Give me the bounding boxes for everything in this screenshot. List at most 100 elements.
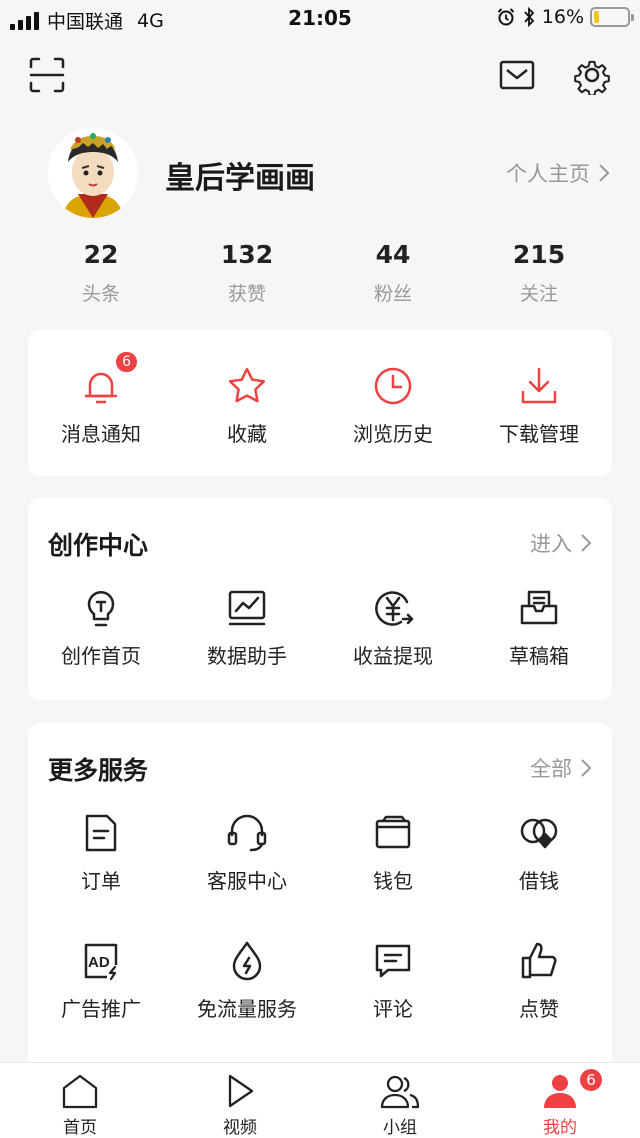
notifications-button[interactable]: 6 消息通知 [28, 350, 174, 447]
favorites-button[interactable]: 收藏 [174, 364, 320, 447]
quick-actions-card: 6 消息通知 收藏 浏览历史 下载管理 [28, 330, 612, 476]
profile-icon: 6 [540, 1067, 604, 1109]
download-icon [517, 364, 561, 408]
stat-value: 215 [512, 240, 566, 269]
tab-home[interactable]: 首页 [0, 1063, 160, 1138]
play-icon [220, 1073, 260, 1109]
stat-label: 获赞 [227, 283, 266, 305]
comment-icon [371, 939, 415, 983]
stat-likes[interactable]: 132 获赞 [174, 240, 320, 306]
yen-coin-icon [371, 586, 415, 630]
tab-video[interactable]: 视频 [160, 1063, 320, 1138]
ad-icon: AD [79, 939, 123, 983]
service-label: 客服中心 [207, 869, 287, 893]
battery-icon [590, 7, 634, 27]
tab-label: 我的 [543, 1118, 577, 1138]
enter-label: 进入 [530, 532, 572, 556]
clock-icon [371, 364, 415, 408]
headset-icon [225, 811, 269, 855]
profile-stats: 22 头条 132 获赞 44 粉丝 215 关注 [28, 240, 612, 306]
creator-item-label: 收益提现 [353, 644, 433, 668]
service-label: 钱包 [373, 869, 413, 893]
alarm-icon [496, 7, 516, 27]
service-label: 点赞 [519, 997, 559, 1021]
creator-center-title: 创作中心 [48, 531, 149, 560]
quick-action-label: 收藏 [227, 422, 267, 446]
borrow-money-button[interactable]: 借钱 [466, 811, 612, 894]
wallet-button[interactable]: 钱包 [320, 811, 466, 894]
thumbs-up-icon [517, 939, 561, 983]
bell-icon: 6 [79, 350, 139, 408]
stat-label: 粉丝 [373, 283, 412, 305]
creator-center-card: 创作中心 进入 创作首页 数据助手 收益提现 草稿箱 [28, 498, 612, 700]
creator-center-enter-link[interactable]: 进入 [530, 528, 592, 558]
customer-service-button[interactable]: 客服中心 [174, 811, 320, 894]
tab-me[interactable]: 6 我的 [480, 1063, 640, 1138]
comments-button[interactable]: 评论 [320, 939, 466, 1022]
stat-headlines[interactable]: 22 头条 [28, 240, 174, 306]
bluetooth-icon [522, 7, 536, 27]
svg-text:AD: AD [88, 954, 110, 971]
star-icon [225, 364, 269, 408]
service-label: 广告推广 [61, 997, 141, 1021]
draft-box-button[interactable]: 草稿箱 [466, 586, 612, 669]
chart-monitor-icon [225, 586, 269, 630]
wallet-icon [371, 811, 415, 855]
stat-label: 关注 [519, 283, 558, 305]
personal-homepage-label: 个人主页 [506, 162, 590, 186]
creator-item-label: 数据助手 [207, 644, 287, 668]
scan-icon[interactable] [27, 55, 67, 95]
orders-button[interactable]: 订单 [28, 811, 174, 894]
personal-homepage-link[interactable]: 个人主页 [506, 158, 610, 188]
tab-label: 小组 [383, 1118, 417, 1138]
battery-percent: 16% [541, 6, 584, 28]
quick-action-label: 浏览历史 [353, 422, 433, 446]
data-assistant-button[interactable]: 数据助手 [174, 586, 320, 669]
settings-gear-icon[interactable] [572, 55, 612, 95]
bottom-tab-bar: 首页 视频 小组 6 我的 [0, 1062, 640, 1138]
lightbulb-icon [79, 586, 123, 630]
all-label: 全部 [530, 757, 572, 781]
service-label: 借钱 [519, 869, 559, 893]
chevron-right-icon [580, 758, 592, 778]
droplet-icon [225, 939, 269, 983]
creator-item-label: 创作首页 [61, 644, 141, 668]
ad-promotion-button[interactable]: AD 广告推广 [28, 939, 174, 1022]
tab-label: 首页 [63, 1118, 97, 1138]
likes-button[interactable]: 点赞 [466, 939, 612, 1022]
stat-value: 132 [220, 240, 274, 269]
stat-following[interactable]: 215 关注 [466, 240, 612, 306]
more-services-title: 更多服务 [48, 756, 149, 785]
service-label: 评论 [373, 997, 413, 1021]
history-button[interactable]: 浏览历史 [320, 364, 466, 447]
chevron-right-icon [580, 533, 592, 553]
document-icon [79, 811, 123, 855]
tab-label: 视频 [223, 1118, 257, 1138]
loan-icon [517, 811, 561, 855]
service-label: 订单 [81, 869, 121, 893]
creator-item-label: 草稿箱 [509, 644, 569, 668]
avatar[interactable] [48, 128, 138, 218]
stat-value: 44 [375, 240, 411, 269]
service-label: 免流量服务 [197, 997, 297, 1021]
downloads-button[interactable]: 下载管理 [466, 364, 612, 447]
more-services-all-link[interactable]: 全部 [530, 753, 592, 783]
draft-box-icon [517, 586, 561, 630]
username: 皇后学画画 [165, 161, 315, 196]
stat-label: 头条 [81, 283, 120, 305]
stat-value: 22 [83, 240, 119, 269]
quick-action-label: 消息通知 [61, 422, 141, 446]
status-bar: 中国联通 4G 21:05 16% [0, 0, 640, 36]
earnings-withdraw-button[interactable]: 收益提现 [320, 586, 466, 669]
group-icon [380, 1073, 420, 1109]
more-services-card: 更多服务 全部 订单 客服中心 钱包 借钱 AD 广告推广 免流量服务 评论 点… [28, 723, 612, 1083]
mail-icon[interactable] [497, 55, 537, 95]
home-icon [60, 1073, 100, 1109]
notification-count-badge: 6 [114, 350, 139, 374]
tab-group[interactable]: 小组 [320, 1063, 480, 1138]
tab-me-badge: 6 [578, 1067, 604, 1093]
creator-home-button[interactable]: 创作首页 [28, 586, 174, 669]
free-data-service-button[interactable]: 免流量服务 [174, 939, 320, 1022]
stat-followers[interactable]: 44 粉丝 [320, 240, 466, 306]
chevron-right-icon [598, 163, 610, 183]
